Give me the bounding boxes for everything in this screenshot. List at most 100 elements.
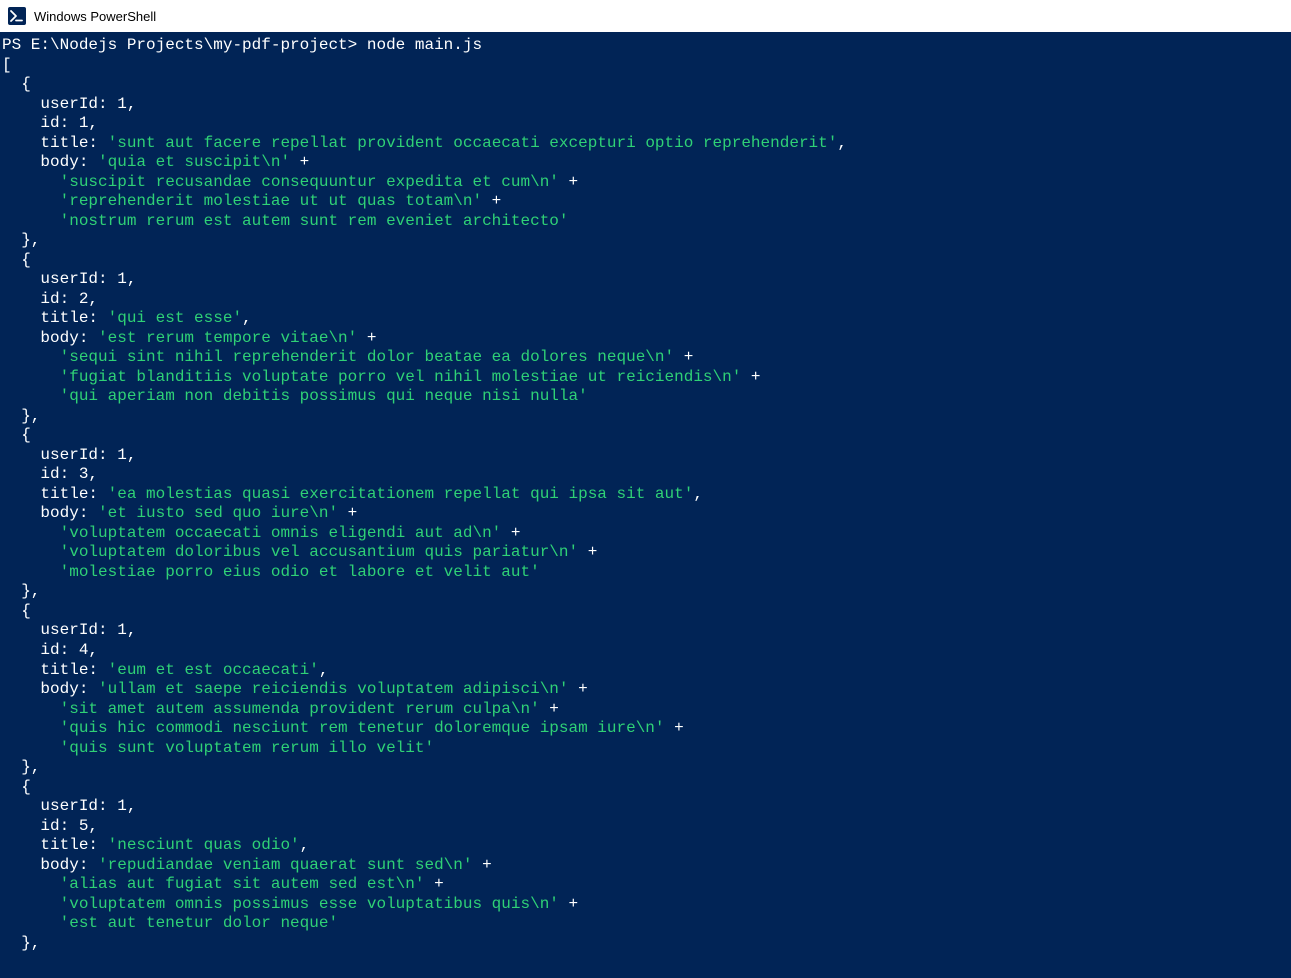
val-title: 'nesciunt quas odio' — [108, 836, 300, 854]
val-body-line: 'quis sunt voluptatem rerum illo velit' — [60, 739, 434, 757]
val-body-line: 'voluptatem omnis possimus esse voluptat… — [60, 895, 559, 913]
val-id: 5 — [79, 817, 89, 835]
comma: , — [127, 95, 137, 113]
comma: , — [127, 621, 137, 639]
comma: , — [837, 134, 847, 152]
indent — [2, 192, 60, 210]
key-id: id: — [2, 290, 79, 308]
val-userid: 1 — [117, 95, 127, 113]
brace-close: }, — [2, 231, 40, 249]
plus: + — [559, 173, 578, 191]
key-title: title: — [2, 134, 108, 152]
key-title: title: — [2, 661, 108, 679]
key-body: body: — [2, 329, 98, 347]
brace-close: }, — [2, 582, 40, 600]
key-id: id: — [2, 465, 79, 483]
comma: , — [693, 485, 703, 503]
brace-open: { — [2, 778, 31, 796]
indent — [2, 348, 60, 366]
val-body-line: 'qui aperiam non debitis possimus qui ne… — [60, 387, 588, 405]
brace-open: { — [2, 426, 31, 444]
comma: , — [127, 446, 137, 464]
val-body-line: 'sit amet autem assumenda provident reru… — [60, 700, 540, 718]
indent — [2, 700, 60, 718]
key-body: body: — [2, 153, 98, 171]
prompt-prefix: PS E:\Nodejs Projects\my-pdf-project> — [2, 36, 367, 54]
key-id: id: — [2, 641, 79, 659]
plus: + — [578, 543, 597, 561]
key-userid: userId: — [2, 621, 117, 639]
plus: + — [290, 153, 309, 171]
val-body-line: 'alias aut fugiat sit autem sed est\n' — [60, 875, 425, 893]
indent — [2, 875, 60, 893]
val-id: 1 — [79, 114, 89, 132]
val-body-line: 'quia et suscipit\n' — [98, 153, 290, 171]
val-title: 'qui est esse' — [108, 309, 242, 327]
plus: + — [357, 329, 376, 347]
indent — [2, 914, 60, 932]
val-id: 2 — [79, 290, 89, 308]
comma: , — [127, 270, 137, 288]
indent — [2, 524, 60, 542]
val-body-line: 'sequi sint nihil reprehenderit dolor be… — [60, 348, 675, 366]
plus: + — [665, 719, 684, 737]
key-id: id: — [2, 817, 79, 835]
indent — [2, 719, 60, 737]
indent — [2, 212, 60, 230]
key-title: title: — [2, 309, 108, 327]
key-userid: userId: — [2, 446, 117, 464]
val-userid: 1 — [117, 797, 127, 815]
key-userid: userId: — [2, 797, 117, 815]
val-body-line: 'suscipit recusandae consequuntur expedi… — [60, 173, 559, 191]
val-body-line: 'voluptatem occaecati omnis eligendi aut… — [60, 524, 502, 542]
val-body-line: 'reprehenderit molestiae ut ut quas tota… — [60, 192, 482, 210]
indent — [2, 739, 60, 757]
plus: + — [472, 856, 491, 874]
plus: + — [501, 524, 520, 542]
brace-close: }, — [2, 758, 40, 776]
key-id: id: — [2, 114, 79, 132]
plus: + — [569, 680, 588, 698]
val-id: 4 — [79, 641, 89, 659]
brace-open: { — [2, 251, 31, 269]
comma: , — [319, 661, 329, 679]
val-body-line: 'ullam et saepe reiciendis voluptatem ad… — [98, 680, 568, 698]
plus: + — [540, 700, 559, 718]
comma: , — [242, 309, 252, 327]
indent — [2, 563, 60, 581]
val-id: 3 — [79, 465, 89, 483]
val-body-line: 'fugiat blanditiis voluptate porro vel n… — [60, 368, 742, 386]
indent — [2, 387, 60, 405]
key-userid: userId: — [2, 270, 117, 288]
plus: + — [482, 192, 501, 210]
val-body-line: 'et iusto sed quo iure\n' — [98, 504, 338, 522]
brace-close: }, — [2, 934, 40, 952]
val-title: 'ea molestias quasi exercitationem repel… — [108, 485, 694, 503]
terminal-output[interactable]: PS E:\Nodejs Projects\my-pdf-project> no… — [0, 32, 1291, 957]
plus: + — [424, 875, 443, 893]
key-body: body: — [2, 504, 98, 522]
comma: , — [300, 836, 310, 854]
brace-close: }, — [2, 407, 40, 425]
val-body-line: 'molestiae porro eius odio et labore et … — [60, 563, 540, 581]
val-userid: 1 — [117, 446, 127, 464]
prompt-arg: main.js — [405, 36, 482, 54]
indent — [2, 895, 60, 913]
plus: + — [559, 895, 578, 913]
val-body-line: 'nostrum rerum est autem sunt rem evenie… — [60, 212, 569, 230]
comma: , — [88, 114, 98, 132]
plus: + — [674, 348, 693, 366]
powershell-icon — [8, 7, 26, 25]
comma: , — [88, 817, 98, 835]
val-userid: 1 — [117, 270, 127, 288]
indent — [2, 543, 60, 561]
indent — [2, 368, 60, 386]
window-title: Windows PowerShell — [34, 9, 156, 24]
val-body-line: 'est rerum tempore vitae\n' — [98, 329, 357, 347]
val-body-line: 'repudiandae veniam quaerat sunt sed\n' — [98, 856, 472, 874]
key-body: body: — [2, 680, 98, 698]
val-title: 'eum et est occaecati' — [108, 661, 319, 679]
window-titlebar[interactable]: Windows PowerShell — [0, 0, 1291, 32]
brace-open: { — [2, 602, 31, 620]
val-body-line: 'est aut tenetur dolor neque' — [60, 914, 338, 932]
